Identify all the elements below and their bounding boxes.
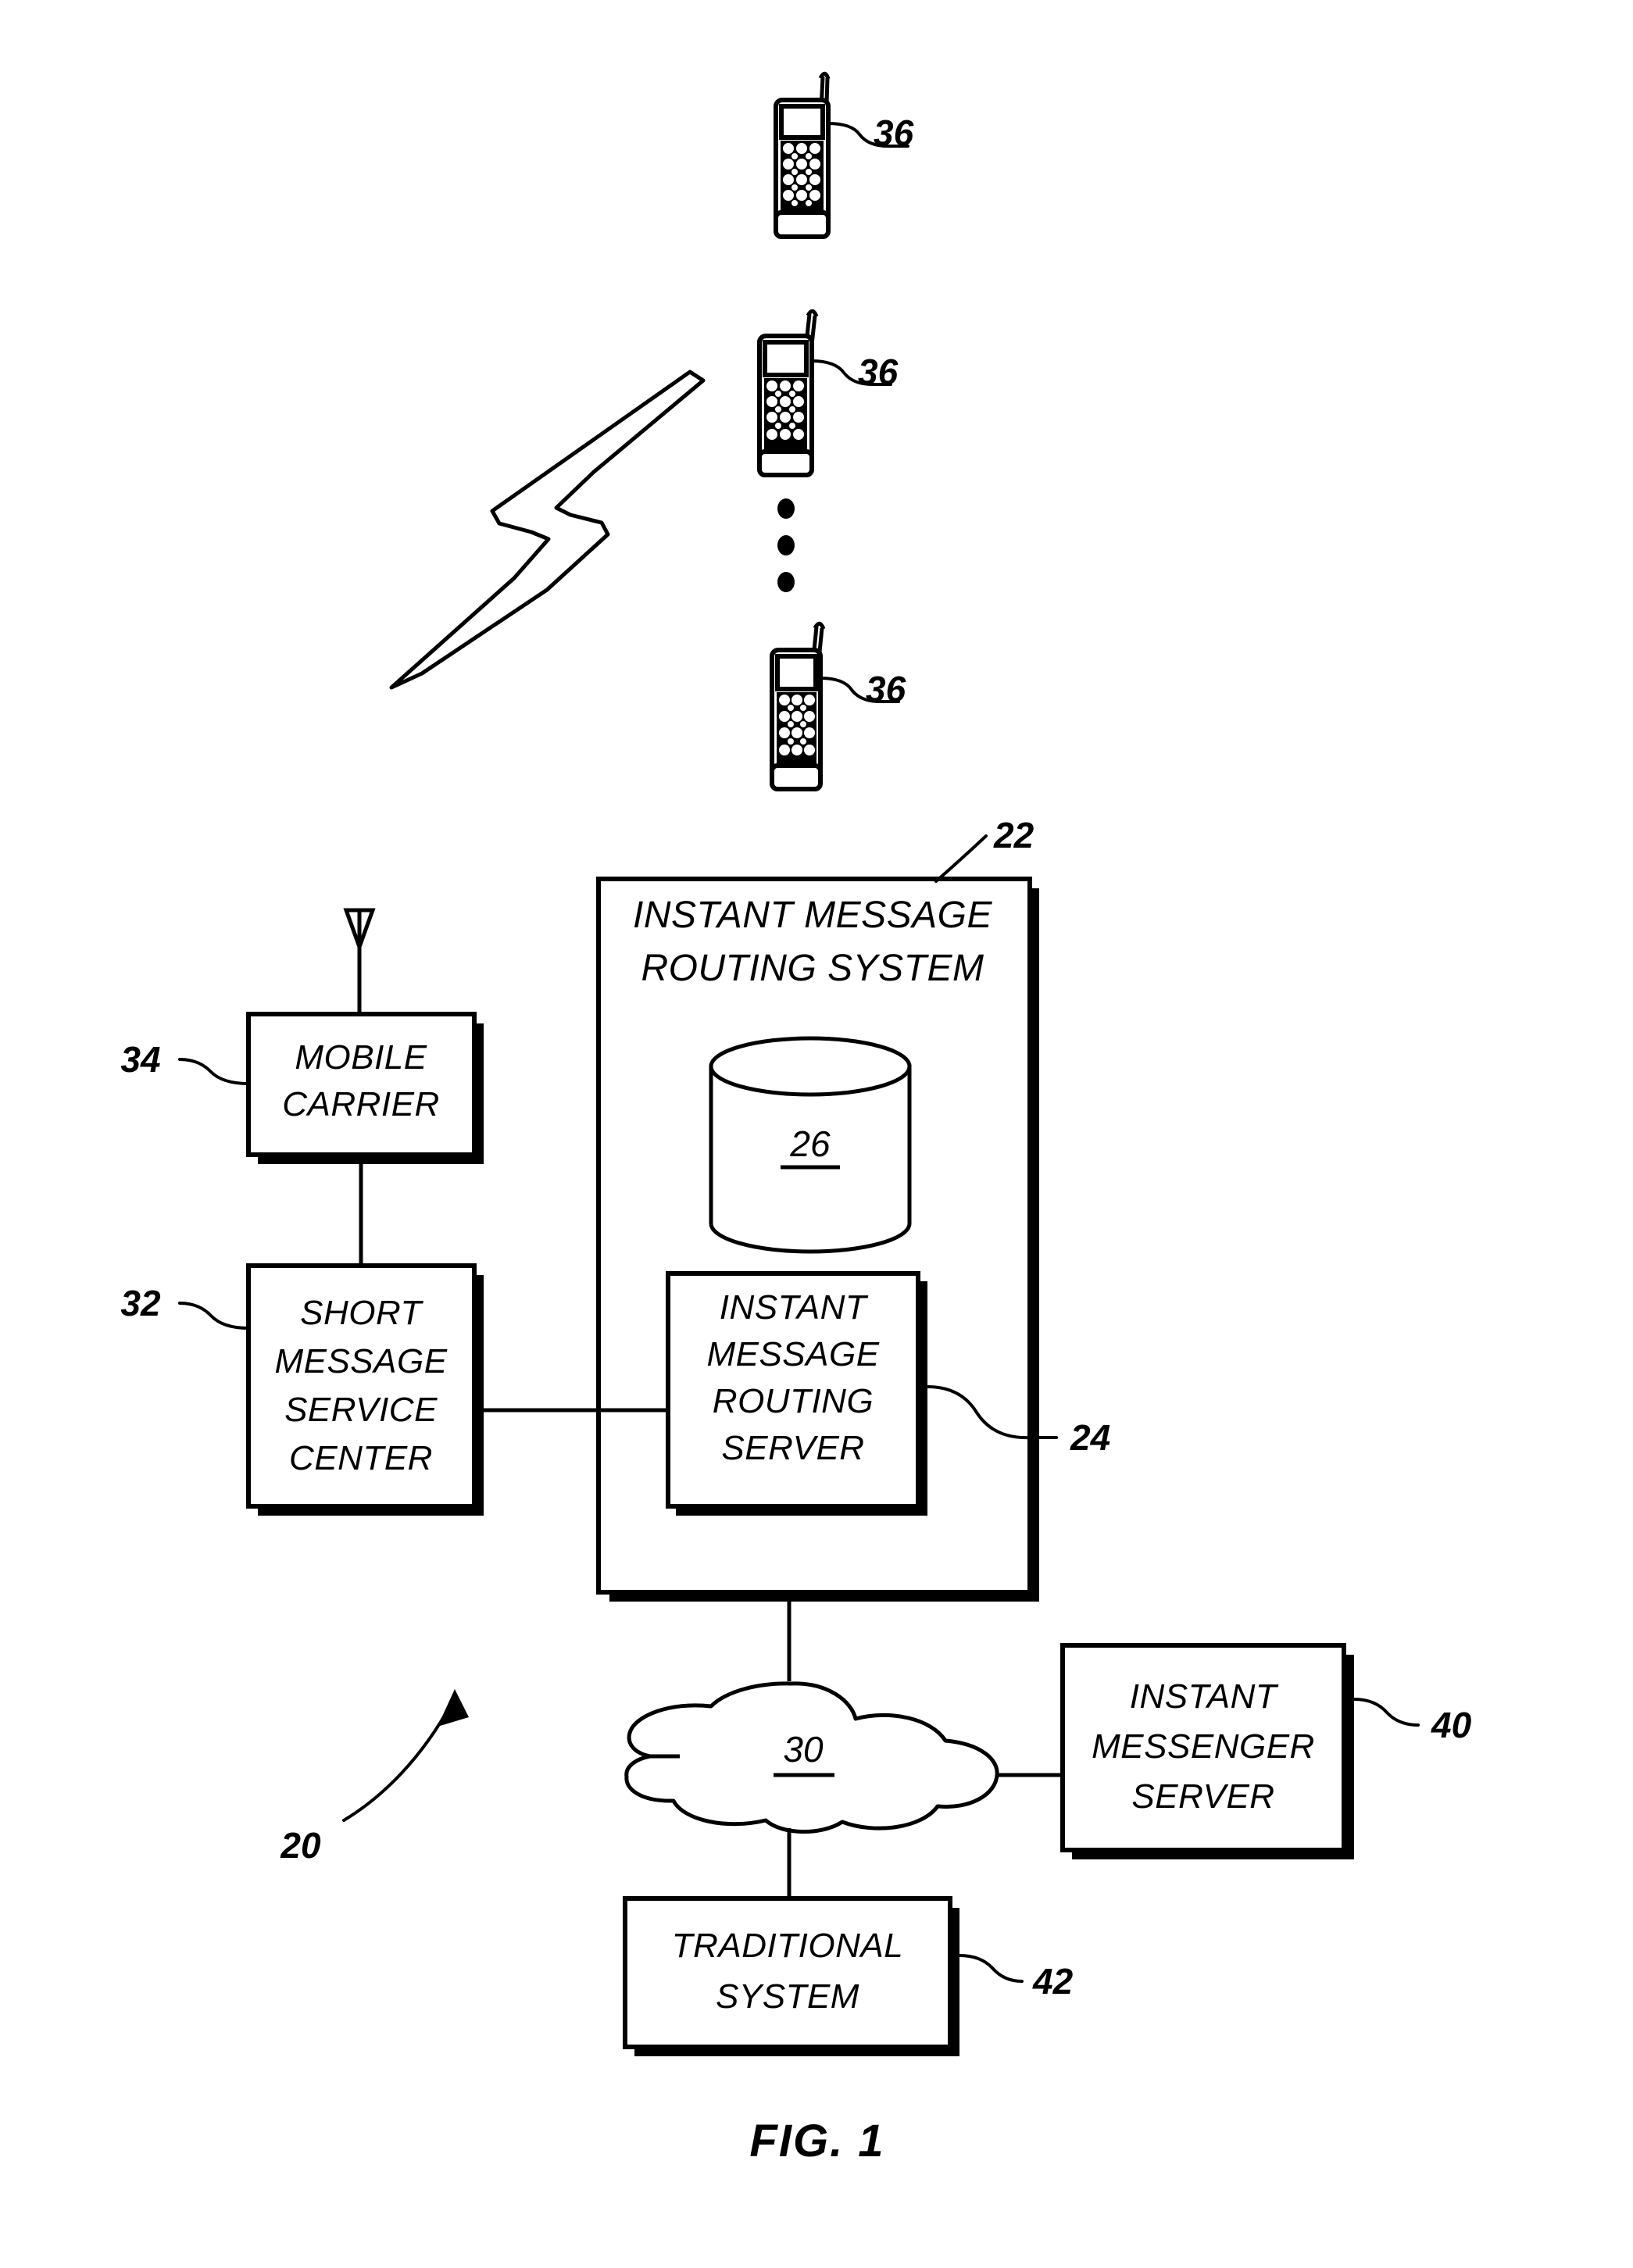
leader-line-40 xyxy=(1352,1698,1420,1727)
figure-caption: FIG. 1 xyxy=(749,2116,884,2166)
leader-line-32 xyxy=(178,1302,250,1330)
leader-line-22 xyxy=(934,834,988,883)
routing-server-label-line4: SERVER xyxy=(721,1429,864,1467)
network-ref-label: 30 xyxy=(783,1729,824,1770)
ref-label-24: 24 xyxy=(1070,1417,1110,1458)
system-box-title-line2: ROUTING SYSTEM xyxy=(641,948,984,989)
leader-line-34 xyxy=(178,1058,250,1085)
ref-label-34: 34 xyxy=(120,1039,160,1080)
patent-figure: 36 36 36 22 INSTANT MESSAGE ROUTING SYST… xyxy=(0,0,1633,2268)
ref-label-40: 40 xyxy=(1431,1705,1472,1745)
smsc-label-line2: MESSAGE xyxy=(274,1342,447,1380)
smsc-label-line1: SHORT xyxy=(300,1294,423,1332)
mobile-phone-icon xyxy=(774,71,909,239)
ref-label-36-middle: 36 xyxy=(858,352,899,392)
routing-server-label-line3: ROUTING xyxy=(713,1382,874,1420)
lightning-bolt-icon xyxy=(389,370,706,690)
ref-label-20: 20 xyxy=(280,1825,321,1866)
smsc-label-line3: SERVICE xyxy=(284,1391,438,1429)
ref-label-36-bottom: 36 xyxy=(866,669,906,709)
messenger-server-label-line2: MESSENGER xyxy=(1092,1727,1315,1766)
system-box-title-line1: INSTANT MESSAGE xyxy=(633,895,992,936)
database-ref-label: 26 xyxy=(789,1123,831,1164)
ref-label-42: 42 xyxy=(1032,1961,1074,2002)
antenna-icon xyxy=(343,908,376,1014)
messenger-server-label-line3: SERVER xyxy=(1131,1777,1274,1816)
mobile-carrier-label-line2: CARRIER xyxy=(282,1085,440,1123)
ref-label-22: 22 xyxy=(993,815,1034,855)
curved-arrow-icon xyxy=(342,1689,469,1822)
ref-label-32: 32 xyxy=(120,1283,161,1323)
traditional-system-label-line2: SYSTEM xyxy=(716,1977,859,2016)
messenger-server-label-line1: INSTANT xyxy=(1130,1677,1279,1716)
keypad-dots xyxy=(783,143,820,206)
routing-server-label-line1: INSTANT xyxy=(720,1288,869,1327)
mobile-carrier-label-line1: MOBILE xyxy=(295,1038,427,1077)
routing-server-label-line2: MESSAGE xyxy=(706,1335,879,1373)
ref-label-36-top: 36 xyxy=(874,113,914,153)
traditional-system-label-line1: TRADITIONAL xyxy=(672,1927,903,1965)
leader-line-42 xyxy=(958,1954,1024,1983)
mobile-phone-icon xyxy=(757,309,892,477)
figure-canvas: 36 36 36 22 INSTANT MESSAGE ROUTING SYST… xyxy=(120,71,1472,2166)
smsc-label-line4: CENTER xyxy=(289,1439,433,1477)
vertical-ellipsis xyxy=(777,498,795,592)
